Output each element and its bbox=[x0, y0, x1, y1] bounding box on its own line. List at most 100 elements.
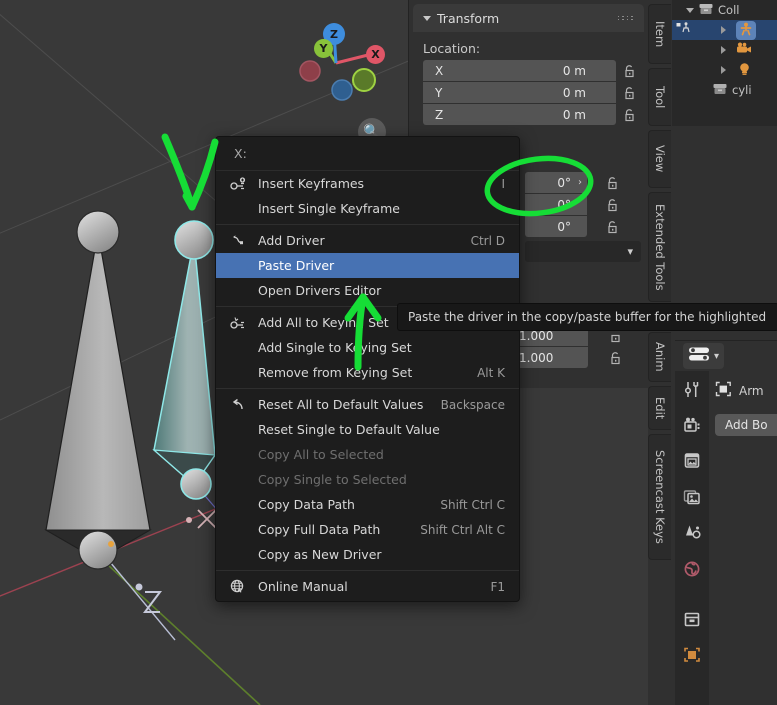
menu-item-reset-all-to-default-values[interactable]: Reset All to Default Values Backspace bbox=[216, 392, 519, 417]
navigation-gizmo[interactable]: Z Y X bbox=[284, 8, 404, 108]
menu-item-paste-driver[interactable]: Paste Driver bbox=[216, 253, 519, 278]
transform-panel-header[interactable]: Transform bbox=[413, 4, 644, 32]
scale-z-field[interactable]: 1.000 bbox=[511, 347, 588, 368]
menu-item-reset-single-to-default-value[interactable]: Reset Single to Default Value bbox=[216, 417, 519, 442]
properties-tab-object[interactable] bbox=[675, 637, 709, 673]
chevron-down-icon: ▾ bbox=[714, 350, 720, 362]
add-bone-button[interactable]: Add Bo bbox=[715, 414, 777, 436]
light-icon bbox=[736, 62, 753, 79]
location-y-field[interactable]: Y 0 m bbox=[423, 82, 616, 103]
outliner-row-light[interactable] bbox=[672, 60, 777, 80]
menu-item-open-drivers-editor[interactable]: Open Drivers Editor bbox=[216, 278, 519, 303]
lock-rotation-z-icon[interactable] bbox=[599, 220, 625, 234]
location-z-row[interactable]: Z 0 m bbox=[409, 104, 648, 125]
properties-editor-icon bbox=[688, 346, 710, 366]
lock-location-z-icon[interactable] bbox=[616, 108, 642, 122]
sidebar-tab-extended-tools[interactable]: Extended Tools bbox=[648, 192, 671, 302]
properties-tab-output[interactable] bbox=[675, 443, 709, 479]
outliner-row-camera[interactable] bbox=[672, 40, 777, 60]
chevron-down-icon[interactable] bbox=[686, 7, 694, 13]
sidebar-tab-edit[interactable]: Edit bbox=[648, 386, 671, 430]
scale-z-row[interactable]: 1.000 bbox=[511, 347, 651, 368]
chevron-right-icon[interactable] bbox=[721, 46, 726, 54]
rotation-x-row[interactable]: 0° › bbox=[525, 172, 649, 193]
armature-object-icon bbox=[676, 21, 693, 39]
menu-item-label: Online Manual bbox=[258, 579, 348, 594]
menu-separator bbox=[216, 570, 519, 571]
location-z-field[interactable]: Z 0 m bbox=[423, 104, 616, 125]
scale-fields: 1.000 1.000 bbox=[511, 325, 651, 369]
menu-item-label: Add Driver bbox=[258, 233, 325, 248]
menu-item-add-driver[interactable]: Add Driver Ctrl D bbox=[216, 228, 519, 253]
chevron-down-icon bbox=[423, 15, 431, 21]
location-x-axis: X bbox=[435, 63, 444, 78]
lock-location-x-icon[interactable] bbox=[616, 64, 642, 78]
properties-breadcrumb[interactable]: Arm bbox=[715, 381, 777, 400]
menu-item-online-manual[interactable]: Online Manual F1 bbox=[216, 574, 519, 599]
rotation-z-field[interactable]: 0° bbox=[525, 216, 587, 237]
outliner-row-cylinder[interactable]: cyli bbox=[672, 80, 777, 100]
lock-rotation-x-icon[interactable] bbox=[599, 176, 625, 190]
gizmo-axis-x[interactable]: X bbox=[366, 45, 385, 64]
menu-item-insert-single-keyframe[interactable]: Insert Single Keyframe bbox=[216, 196, 519, 221]
menu-item-copy-as-new-driver[interactable]: Copy as New Driver bbox=[216, 542, 519, 567]
lock-scale-z-icon[interactable] bbox=[602, 351, 628, 365]
sidebar-tab-item[interactable]: Item bbox=[648, 4, 671, 64]
chevron-right-icon[interactable]: › bbox=[578, 177, 582, 188]
menu-item-remove-from-keying-set[interactable]: Remove from Keying Set Alt K bbox=[216, 360, 519, 385]
outliner-row-label: cyli bbox=[732, 83, 752, 97]
properties-breadcrumb-label: Arm bbox=[739, 383, 764, 398]
outliner-row-collection[interactable]: Coll bbox=[672, 0, 777, 20]
chevron-right-icon[interactable] bbox=[721, 66, 726, 74]
rotation-z-row[interactable]: 0° bbox=[525, 216, 649, 237]
outliner-row-label: Coll bbox=[718, 3, 740, 17]
driver-icon bbox=[230, 233, 246, 249]
properties-tab-world[interactable] bbox=[675, 551, 709, 587]
menu-item-label: Insert Single Keyframe bbox=[258, 201, 400, 216]
lock-location-y-icon[interactable] bbox=[616, 86, 642, 100]
sidebar-tab-view[interactable]: View bbox=[648, 130, 671, 188]
sidebar-tab-tool[interactable]: Tool bbox=[648, 68, 671, 126]
menu-item-copy-data-path[interactable]: Copy Data Path Shift Ctrl C bbox=[216, 492, 519, 517]
location-z-axis: Z bbox=[435, 107, 444, 122]
location-x-row[interactable]: X 0 m bbox=[409, 60, 648, 81]
outliner-row-armature[interactable] bbox=[672, 20, 777, 40]
location-x-field[interactable]: X 0 m bbox=[423, 60, 616, 81]
properties-tab-scene[interactable] bbox=[675, 515, 709, 551]
chevron-down-icon: ▾ bbox=[627, 245, 633, 258]
add-bone-label: Add Bo bbox=[725, 418, 768, 432]
menu-item-add-single-to-keying-set[interactable]: Add Single to Keying Set bbox=[216, 335, 519, 360]
sidebar-tab-screencast-keys[interactable]: Screencast Keys bbox=[648, 434, 671, 560]
rotation-x-field[interactable]: 0° › bbox=[525, 172, 587, 193]
globe-icon bbox=[230, 579, 246, 595]
menu-item-shortcut: Ctrl D bbox=[470, 233, 505, 248]
rotation-mode-dropdown[interactable]: ▾ bbox=[525, 241, 641, 262]
properties-tab-tool[interactable] bbox=[675, 371, 709, 407]
tooltip: Paste the driver in the copy/paste buffe… bbox=[397, 303, 777, 331]
collection-icon bbox=[712, 82, 728, 99]
properties-tab-collection[interactable] bbox=[675, 601, 709, 637]
menu-item-copy-full-data-path[interactable]: Copy Full Data Path Shift Ctrl Alt C bbox=[216, 517, 519, 542]
drag-grip-icon[interactable] bbox=[617, 15, 635, 21]
collection-icon bbox=[698, 2, 714, 19]
rotation-y-row[interactable]: 0° bbox=[525, 194, 649, 215]
rotation-y-field[interactable]: 0° bbox=[525, 194, 587, 215]
tooltip-text: Paste the driver in the copy/paste buffe… bbox=[408, 310, 767, 324]
lock-rotation-y-icon[interactable] bbox=[599, 198, 625, 212]
gizmo-axis-y[interactable]: Y bbox=[314, 39, 333, 58]
menu-item-shortcut: Alt K bbox=[477, 365, 505, 380]
menu-item-label: Reset Single to Default Value bbox=[258, 422, 440, 437]
properties-tab-view-layer[interactable] bbox=[675, 479, 709, 515]
editor-type-dropdown[interactable]: ▾ bbox=[683, 343, 725, 369]
chevron-right-icon[interactable] bbox=[721, 26, 726, 34]
menu-item-label: Add Single to Keying Set bbox=[258, 340, 412, 355]
properties-editor: ▾ Arm Add Bo bbox=[675, 340, 777, 705]
location-y-row[interactable]: Y 0 m bbox=[409, 82, 648, 103]
sidebar-tab-anim[interactable]: Anim bbox=[648, 332, 671, 382]
menu-item-label: Remove from Keying Set bbox=[258, 365, 413, 380]
menu-item-insert-keyframes[interactable]: Insert Keyframes I bbox=[216, 171, 519, 196]
keyframe-add-icon bbox=[230, 176, 246, 192]
outliner[interactable]: Coll cyli bbox=[672, 0, 777, 126]
properties-tab-render[interactable] bbox=[675, 407, 709, 443]
gizmo-svg bbox=[299, 32, 376, 101]
